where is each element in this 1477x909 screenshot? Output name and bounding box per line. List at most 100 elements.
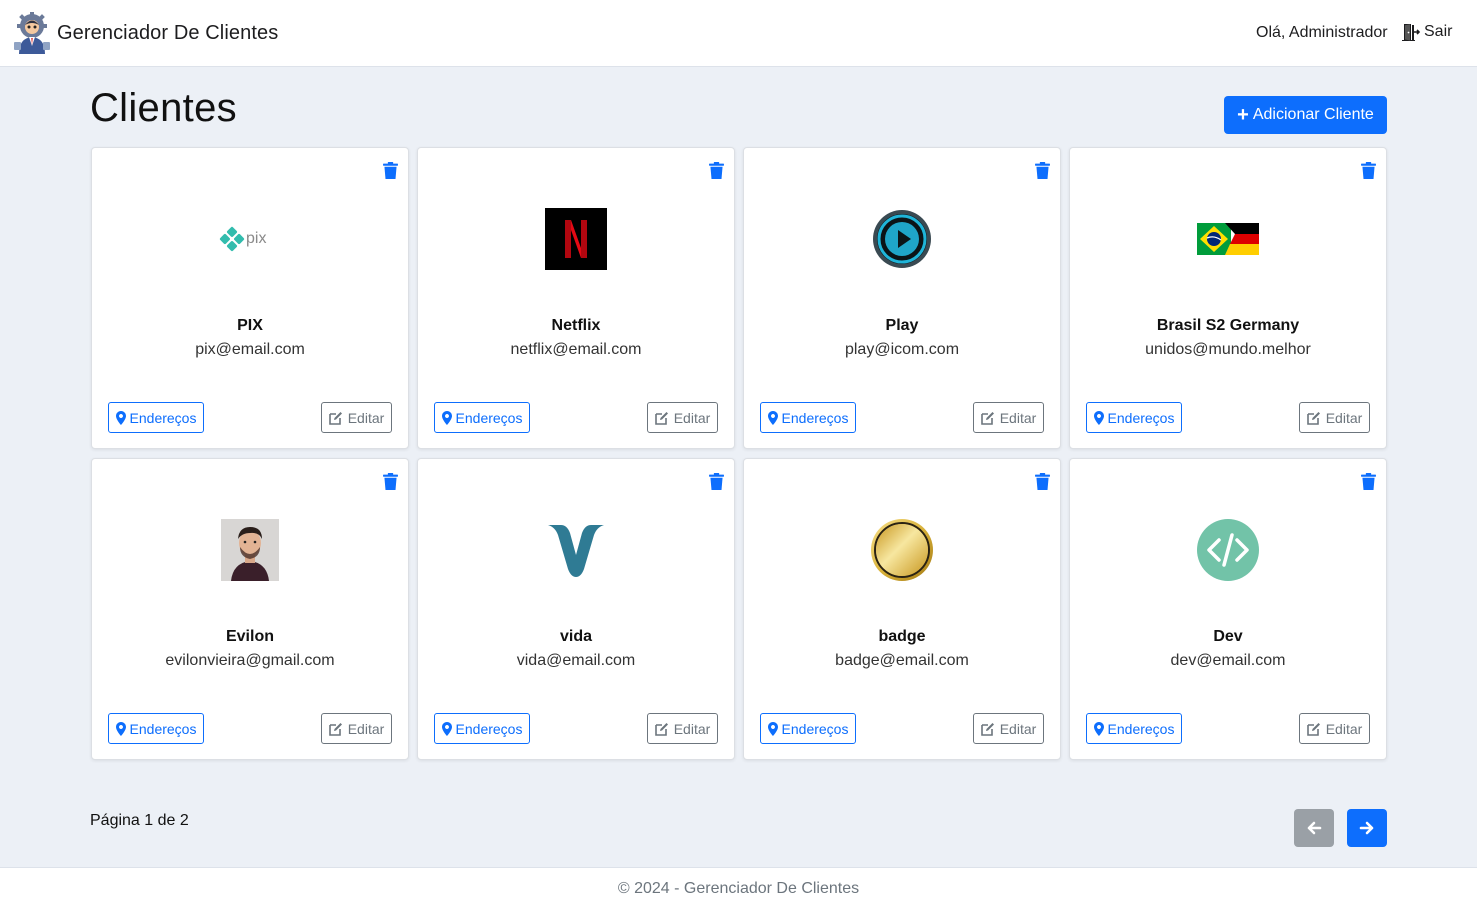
client-logo <box>871 519 933 581</box>
pix-logo: pix <box>219 226 266 252</box>
trash-icon[interactable] <box>383 473 398 490</box>
edit-icon <box>980 722 994 736</box>
arrow-left-icon <box>1307 821 1322 835</box>
client-logo <box>871 208 933 270</box>
client-email: play@icom.com <box>844 341 960 358</box>
client-email: vida@email.com <box>516 652 636 669</box>
footer: © 2024 - Gerenciador De Clientes <box>0 867 1477 909</box>
client-email: netflix@email.com <box>510 341 642 358</box>
client-name: Netflix <box>551 317 601 334</box>
map-pin-icon <box>767 410 778 425</box>
edit-icon <box>328 411 342 425</box>
edit-icon <box>328 722 342 736</box>
map-pin-icon <box>1093 721 1104 736</box>
next-page-button[interactable] <box>1347 809 1387 847</box>
edit-label: Editar <box>673 409 711 426</box>
door-exit-icon <box>1402 24 1421 41</box>
addresses-button[interactable]: Endereços <box>434 402 530 433</box>
arrow-right-icon <box>1359 821 1374 835</box>
addresses-button[interactable]: Endereços <box>108 713 204 744</box>
client-logo <box>219 519 281 581</box>
client-card: Brasil S2 Germany unidos@mundo.melhor En… <box>1069 147 1387 449</box>
page-title: Clientes <box>90 86 237 130</box>
edit-label: Editar <box>673 720 711 737</box>
addresses-label: Endereços <box>1107 720 1175 737</box>
client-card: Netflix netflix@email.com Endereços Edit… <box>417 147 735 449</box>
vida-logo <box>548 525 604 577</box>
edit-icon <box>654 411 668 425</box>
client-name: vida <box>559 628 592 645</box>
addresses-button[interactable]: Endereços <box>434 713 530 744</box>
map-pin-icon <box>767 721 778 736</box>
profile-photo <box>221 519 279 581</box>
brazil-germany-flag <box>1197 223 1259 255</box>
client-email: badge@email.com <box>835 652 969 669</box>
code-icon <box>1197 519 1259 581</box>
client-card: Evilon evilonvieira@gmail.com Endereços … <box>91 458 409 760</box>
svg-text:pix: pix <box>246 230 266 247</box>
client-card: vida vida@email.com Endereços Editar <box>417 458 735 760</box>
plus-icon: + <box>1237 104 1249 126</box>
client-card: pix PIX pix@email.com Endereços Editar <box>91 147 409 449</box>
map-pin-icon <box>441 410 452 425</box>
client-grid: pix PIX pix@email.com Endereços Editar N… <box>91 147 1387 760</box>
brand[interactable]: Gerenciador De Clientes <box>13 12 278 54</box>
gold-badge <box>871 519 933 581</box>
client-card: Play play@icom.com Endereços Editar <box>743 147 1061 449</box>
edit-icon <box>654 722 668 736</box>
edit-label: Editar <box>1325 409 1363 426</box>
user-greeting: Olá, Administrador <box>1256 24 1388 41</box>
client-logo <box>1197 208 1259 270</box>
addresses-label: Endereços <box>781 720 849 737</box>
addresses-button[interactable]: Endereços <box>760 713 856 744</box>
addresses-label: Endereços <box>1107 409 1175 426</box>
trash-icon[interactable] <box>1361 473 1376 490</box>
trash-icon[interactable] <box>1361 162 1376 179</box>
admin-avatar-icon <box>14 12 50 54</box>
addresses-label: Endereços <box>455 720 523 737</box>
client-name: PIX <box>237 317 263 334</box>
edit-button[interactable]: Editar <box>321 402 392 433</box>
client-email: unidos@mundo.melhor <box>1145 341 1311 358</box>
client-email: dev@email.com <box>1170 652 1286 669</box>
client-logo <box>545 208 607 270</box>
edit-button[interactable]: Editar <box>973 713 1044 744</box>
addresses-button[interactable]: Endereços <box>1086 713 1182 744</box>
trash-icon[interactable] <box>709 473 724 490</box>
trash-icon[interactable] <box>1035 473 1050 490</box>
trash-icon[interactable] <box>383 162 398 179</box>
top-navbar: Gerenciador De Clientes Olá, Administrad… <box>0 0 1477 67</box>
edit-label: Editar <box>999 720 1037 737</box>
client-name: badge <box>878 628 926 645</box>
addresses-button[interactable]: Endereços <box>1086 402 1182 433</box>
addresses-label: Endereços <box>781 409 849 426</box>
edit-button[interactable]: Editar <box>1299 402 1370 433</box>
edit-button[interactable]: Editar <box>647 713 718 744</box>
client-logo <box>545 519 607 581</box>
addresses-label: Endereços <box>129 409 197 426</box>
trash-icon[interactable] <box>709 162 724 179</box>
trash-icon[interactable] <box>1035 162 1050 179</box>
pagination-info: Página 1 de 2 <box>90 812 189 829</box>
logout-label: Sair <box>1424 23 1453 40</box>
map-pin-icon <box>441 721 452 736</box>
netflix-logo <box>545 208 607 270</box>
previous-page-button[interactable] <box>1294 809 1334 847</box>
addresses-label: Endereços <box>455 409 523 426</box>
play-logo <box>873 210 931 268</box>
client-name: Brasil S2 Germany <box>1156 317 1300 334</box>
addresses-button[interactable]: Endereços <box>108 402 204 433</box>
addresses-button[interactable]: Endereços <box>760 402 856 433</box>
add-client-button[interactable]: + Adicionar Cliente <box>1224 96 1387 134</box>
map-pin-icon <box>1093 410 1104 425</box>
edit-label: Editar <box>1325 720 1363 737</box>
client-name: Dev <box>1213 628 1243 645</box>
addresses-label: Endereços <box>129 720 197 737</box>
logout-button[interactable]: Sair <box>1400 22 1452 42</box>
edit-button[interactable]: Editar <box>321 713 392 744</box>
client-card: Dev dev@email.com Endereços Editar <box>1069 458 1387 760</box>
edit-button[interactable]: Editar <box>973 402 1044 433</box>
edit-button[interactable]: Editar <box>647 402 718 433</box>
edit-button[interactable]: Editar <box>1299 713 1370 744</box>
edit-label: Editar <box>347 720 385 737</box>
